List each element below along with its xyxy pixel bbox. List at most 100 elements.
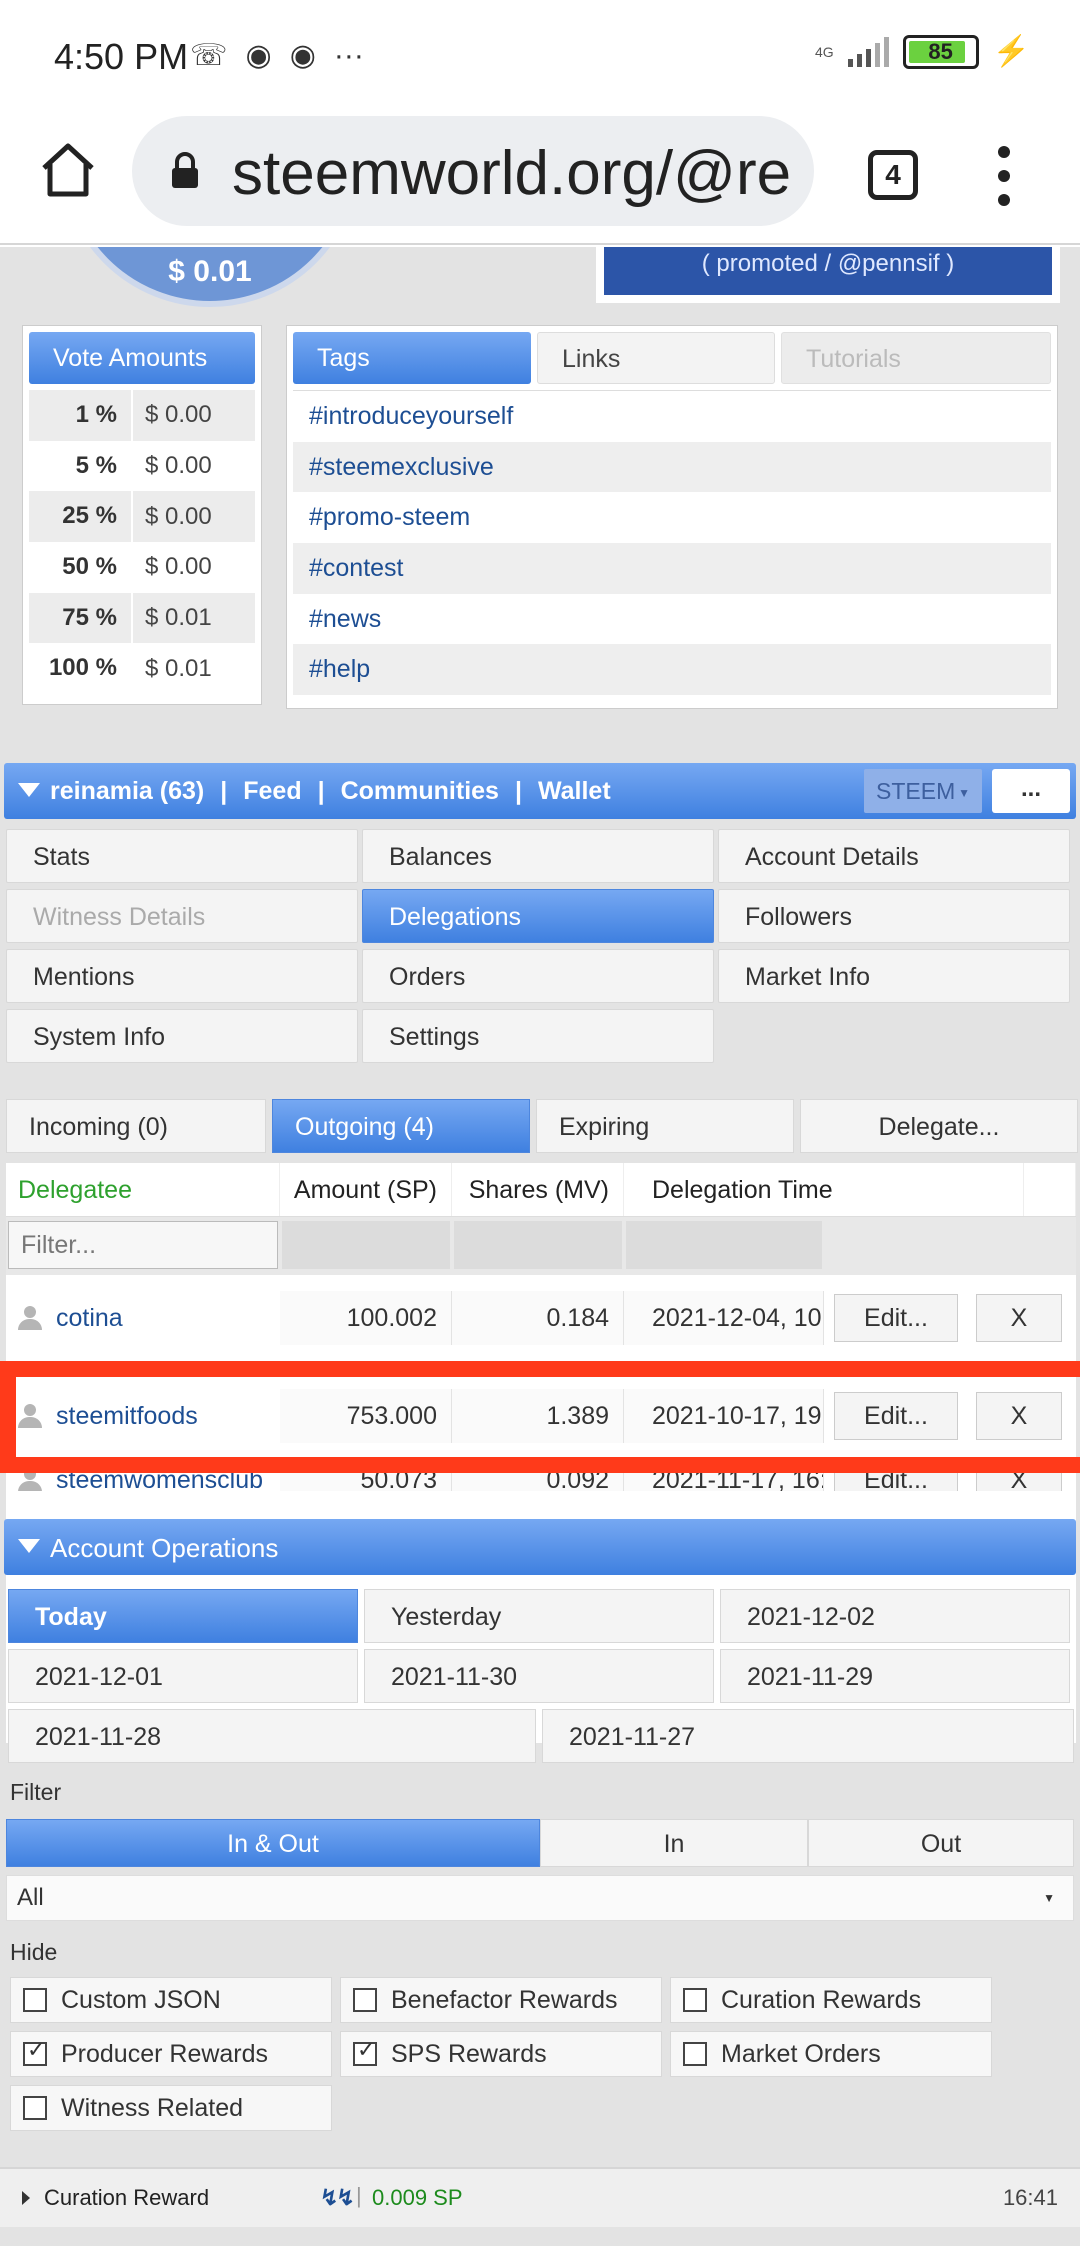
- edit-button[interactable]: Edit...: [834, 1473, 958, 1491]
- browser-menu-icon[interactable]: [994, 146, 1014, 206]
- address-bar[interactable]: steemworld.org/@re: [132, 116, 814, 226]
- hide-option-checkbox[interactable]: Benefactor Rewards: [340, 1977, 662, 2023]
- tag-link[interactable]: #news: [293, 594, 1051, 645]
- menu-item-followers[interactable]: Followers: [718, 889, 1070, 943]
- hide-option-checkbox[interactable]: Witness Related: [10, 2085, 332, 2131]
- menu-item-system-info[interactable]: System Info: [6, 1009, 358, 1063]
- hide-option-checkbox[interactable]: SPS Rewards: [340, 2031, 662, 2077]
- menu-item-balances[interactable]: Balances: [362, 829, 714, 883]
- remove-button[interactable]: X: [976, 1473, 1062, 1491]
- amount-cell: 753.000: [280, 1389, 452, 1443]
- vote-value: $ 0.00: [145, 553, 212, 581]
- date-button[interactable]: 2021-11-30: [364, 1649, 714, 1703]
- menu-item-delegations[interactable]: Delegations: [362, 889, 714, 943]
- menu-item-account-details[interactable]: Account Details: [718, 829, 1070, 883]
- tab-expiring[interactable]: Expiring: [536, 1099, 794, 1153]
- tab-incoming[interactable]: Incoming (0): [6, 1099, 266, 1153]
- menu-item-settings[interactable]: Settings: [362, 1009, 714, 1063]
- filter-input[interactable]: Filter...: [8, 1221, 278, 1269]
- menu-item-witness-details[interactable]: Witness Details: [6, 889, 358, 943]
- remove-button[interactable]: X: [976, 1392, 1062, 1440]
- checkbox-icon[interactable]: [353, 1988, 377, 2012]
- delegatee-cell[interactable]: steemitfoods: [6, 1389, 280, 1443]
- expand-icon[interactable]: [22, 2191, 30, 2205]
- home-icon[interactable]: [38, 140, 98, 200]
- status-time: 4:50 PM: [54, 36, 189, 77]
- whatsapp-icon: ☏: [190, 39, 228, 72]
- date-button[interactable]: 2021-11-28: [8, 1709, 536, 1763]
- hide-option-checkbox[interactable]: Custom JSON: [10, 1977, 332, 2023]
- more-button[interactable]: ...: [992, 769, 1070, 813]
- operation-entry[interactable]: Curation Reward ↯↯ | 0.009 SP 16:41: [0, 2167, 1080, 2227]
- vote-value: $ 0.00: [145, 452, 212, 480]
- date-buttons-row: 2021-11-28 2021-11-27: [8, 1709, 1074, 1763]
- page-content: $ 0.01 ( promoted / @pennsif ) Vote Amou…: [0, 247, 1080, 2246]
- menu-item-orders[interactable]: Orders: [362, 949, 714, 1003]
- tag-link[interactable]: #contest: [293, 543, 1051, 594]
- checkbox-icon[interactable]: [353, 2038, 377, 2066]
- collapse-icon[interactable]: [18, 1539, 40, 1553]
- delegatee-cell[interactable]: steemwomensclub: [6, 1473, 280, 1491]
- hide-option-checkbox[interactable]: Market Orders: [670, 2031, 992, 2077]
- tags-panel: Tags Links Tutorials #introduceyourself #…: [286, 325, 1058, 709]
- shares-cell: 0.092: [452, 1473, 624, 1491]
- menu-item-mentions[interactable]: Mentions: [6, 949, 358, 1003]
- filter-in-out[interactable]: In & Out: [6, 1819, 540, 1867]
- delegate-button[interactable]: Delegate...: [800, 1099, 1078, 1153]
- tab-switcher-button[interactable]: 4: [868, 150, 918, 200]
- checkbox-icon[interactable]: [683, 1988, 707, 2012]
- promo-banner[interactable]: ( promoted / @pennsif ): [596, 247, 1060, 303]
- tab-tutorials[interactable]: Tutorials: [781, 332, 1051, 384]
- vote-amounts-panel: Vote Amounts 1 % $ 0.00 5 % $ 0.00 25 % $ 0.0…: [22, 325, 262, 705]
- tag-link[interactable]: #promo-steem: [293, 492, 1051, 543]
- tab-tags[interactable]: Tags: [293, 332, 531, 384]
- tag-link[interactable]: #steemexclusive: [293, 441, 1051, 493]
- checkbox-icon[interactable]: [683, 2042, 707, 2066]
- col-amount[interactable]: Amount (SP): [280, 1163, 452, 1216]
- account-name-link[interactable]: reinamia (63): [50, 777, 204, 806]
- delegatee-cell[interactable]: cotina: [6, 1291, 280, 1345]
- delegatee-name[interactable]: steemwomensclub: [56, 1473, 263, 1491]
- delegatee-name[interactable]: steemitfoods: [56, 1389, 198, 1443]
- checkbox-icon[interactable]: [23, 1988, 47, 2012]
- account-operations-bar[interactable]: Account Operations: [4, 1519, 1076, 1575]
- menu-item-stats[interactable]: Stats: [6, 829, 358, 883]
- menu-item-market-info[interactable]: Market Info: [718, 949, 1070, 1003]
- tab-links[interactable]: Links: [537, 332, 775, 384]
- col-delegation-time[interactable]: Delegation Time: [624, 1163, 1024, 1216]
- date-button[interactable]: Today: [8, 1589, 358, 1643]
- delegatee-name[interactable]: cotina: [56, 1291, 123, 1345]
- filter-out[interactable]: Out: [808, 1819, 1074, 1867]
- date-button[interactable]: 2021-12-01: [8, 1649, 358, 1703]
- remove-button[interactable]: X: [976, 1294, 1062, 1342]
- filter-in[interactable]: In: [540, 1819, 808, 1867]
- date-button[interactable]: 2021-11-27: [542, 1709, 1074, 1763]
- account-operations-title: Account Operations: [50, 1533, 279, 1563]
- currency-select[interactable]: STEEM ▼: [864, 769, 982, 813]
- tag-link[interactable]: #introduceyourself: [293, 391, 1051, 442]
- date-button[interactable]: Yesterday: [364, 1589, 714, 1643]
- collapse-icon[interactable]: [18, 783, 40, 797]
- edit-button[interactable]: Edit...: [834, 1294, 958, 1342]
- operation-type-select[interactable]: All ▼: [6, 1875, 1074, 1921]
- col-shares[interactable]: Shares (MV): [452, 1163, 624, 1216]
- hide-option-label: Custom JSON: [61, 1985, 221, 2014]
- shares-cell: 1.389: [452, 1389, 624, 1443]
- date-button[interactable]: 2021-12-02: [720, 1589, 1070, 1643]
- feed-link[interactable]: Feed: [243, 777, 301, 806]
- edit-button[interactable]: Edit...: [834, 1392, 958, 1440]
- hide-options: Custom JSON Benefactor Rewards Curation Re…: [10, 1977, 1010, 2131]
- wallet-link[interactable]: Wallet: [538, 777, 611, 806]
- tab-outgoing[interactable]: Outgoing (4): [272, 1099, 530, 1153]
- hide-option-checkbox[interactable]: Producer Rewards: [10, 2031, 332, 2077]
- notification-icons: ☏ ◉ ◉ ···: [190, 38, 364, 73]
- vote-amounts-title[interactable]: Vote Amounts: [29, 332, 255, 384]
- date-button[interactable]: 2021-11-29: [720, 1649, 1070, 1703]
- hide-option-checkbox[interactable]: Curation Rewards: [670, 1977, 992, 2023]
- vote-amount-row: 100 % $ 0.01: [29, 643, 255, 695]
- tag-link[interactable]: #help: [293, 644, 1051, 696]
- col-delegatee[interactable]: Delegatee: [6, 1163, 280, 1216]
- checkbox-icon[interactable]: [23, 2096, 47, 2120]
- communities-link[interactable]: Communities: [341, 777, 499, 806]
- checkbox-icon[interactable]: [23, 2038, 47, 2066]
